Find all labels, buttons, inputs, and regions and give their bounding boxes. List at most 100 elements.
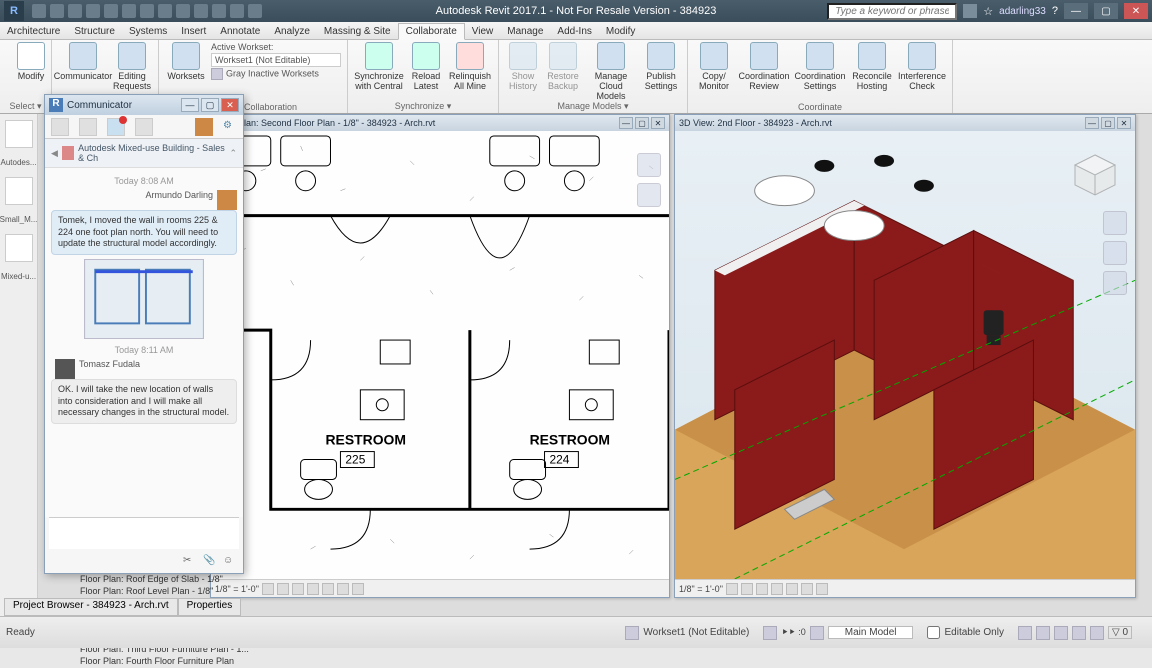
- minimize-button[interactable]: —: [1064, 3, 1088, 19]
- panel-synchronize-label[interactable]: Synchronize ▾: [348, 101, 498, 112]
- qat-view-icon[interactable]: [212, 4, 226, 18]
- comm-close-icon[interactable]: ✕: [221, 98, 239, 112]
- comm-tab-person-icon[interactable]: [79, 118, 97, 136]
- qat-dim-icon[interactable]: [140, 4, 154, 18]
- show-history-button[interactable]: Show History: [505, 42, 541, 92]
- sb-drag-icon[interactable]: [1090, 626, 1104, 640]
- status-main-model[interactable]: Main Model: [828, 626, 914, 639]
- interference-check-button[interactable]: Interference Check: [898, 42, 946, 92]
- vc-sun-icon[interactable]: [292, 583, 304, 595]
- status-design-icon[interactable]: [763, 626, 777, 640]
- tab-architecture[interactable]: Architecture: [0, 24, 67, 39]
- communicator-messages[interactable]: Today 8:08 AM Armundo Darling Tomek, I m…: [45, 168, 243, 517]
- collapse-icon[interactable]: ⌃: [229, 148, 237, 159]
- communicator-project-header[interactable]: ◀ Autodesk Mixed-use Building - Sales & …: [45, 139, 243, 168]
- subscription-icon[interactable]: [963, 4, 977, 18]
- 3d-scale[interactable]: 1/8" = 1'-0": [679, 584, 723, 594]
- relinquish-button[interactable]: Relinquish All Mine: [448, 42, 492, 92]
- restore-backup-button[interactable]: Restore Backup: [545, 42, 581, 92]
- nav-wheel-icon[interactable]: [1103, 241, 1127, 265]
- qat-tag-icon[interactable]: [158, 4, 172, 18]
- browser-item[interactable]: Floor Plan: Fourth Floor Furniture Plan: [80, 656, 249, 668]
- comm-tab-people-icon[interactable]: [51, 118, 69, 136]
- recent-thumb-3[interactable]: [5, 234, 33, 262]
- tool-cut-icon[interactable]: ✂: [183, 555, 197, 569]
- qat-redo-icon[interactable]: [86, 4, 100, 18]
- manage-cloud-button[interactable]: Manage Cloud Models: [585, 42, 637, 102]
- qat-open-icon[interactable]: [32, 4, 46, 18]
- tab-collaborate[interactable]: Collaborate: [398, 23, 465, 40]
- view-close-icon[interactable]: ✕: [651, 117, 665, 129]
- communicator-titlebar[interactable]: R Communicator — ▢ ✕: [45, 95, 243, 115]
- sync-central-button[interactable]: Synchronize with Central: [354, 42, 404, 92]
- comm-avatar[interactable]: [195, 118, 213, 136]
- 3d-view-canvas[interactable]: [675, 131, 1135, 579]
- tab-addins[interactable]: Add-Ins: [550, 24, 598, 39]
- reload-latest-button[interactable]: Reload Latest: [408, 42, 444, 92]
- tab-manage[interactable]: Manage: [500, 24, 550, 39]
- recent-thumb-2[interactable]: [5, 177, 33, 205]
- vc-3d-hide-icon[interactable]: [816, 583, 828, 595]
- vc-3d-sun-icon[interactable]: [756, 583, 768, 595]
- nav-wheel-icon[interactable]: [637, 183, 661, 207]
- qat-sync-icon[interactable]: [230, 4, 244, 18]
- vc-3d-style-icon[interactable]: [741, 583, 753, 595]
- tab-view[interactable]: View: [465, 24, 501, 39]
- tab-structure[interactable]: Structure: [67, 24, 122, 39]
- tab-massing[interactable]: Massing & Site: [317, 24, 398, 39]
- qat-save-icon[interactable]: [50, 4, 64, 18]
- coordination-review-button[interactable]: Coordination Review: [738, 42, 790, 92]
- browser-item[interactable]: Floor Plan: Roof Level Plan - 1/8": [80, 586, 249, 598]
- status-workset-icon[interactable]: [625, 626, 639, 640]
- modify-button[interactable]: Modify: [6, 42, 56, 82]
- tab-project-browser[interactable]: Project Browser - 384923 - Arch.rvt: [4, 598, 178, 616]
- communicator-button[interactable]: Communicator: [58, 42, 108, 82]
- sb-select-icon[interactable]: [1018, 626, 1032, 640]
- qat-measure-icon[interactable]: [122, 4, 136, 18]
- view-min-icon[interactable]: —: [619, 117, 633, 129]
- nav-home-icon[interactable]: [637, 153, 661, 177]
- maximize-button[interactable]: ▢: [1094, 3, 1118, 19]
- sb-link-icon[interactable]: [1036, 626, 1050, 640]
- status-workset[interactable]: Workset1 (Not Editable): [643, 627, 749, 638]
- vc-crop-icon[interactable]: [322, 583, 334, 595]
- view-max-icon[interactable]: ▢: [635, 117, 649, 129]
- close-button[interactable]: ✕: [1124, 3, 1148, 19]
- reconcile-hosting-button[interactable]: Reconcile Hosting: [850, 42, 894, 92]
- search-input[interactable]: [827, 3, 957, 20]
- sb-filter-count[interactable]: ▽ 0: [1108, 626, 1132, 639]
- status-model-icon[interactable]: [810, 626, 824, 640]
- vc-reveal-icon[interactable]: [352, 583, 364, 595]
- 3d-min-icon[interactable]: —: [1085, 117, 1099, 129]
- copy-monitor-button[interactable]: Copy/ Monitor: [694, 42, 734, 92]
- comm-settings-icon[interactable]: ⚙: [223, 120, 237, 134]
- qat-switch-icon[interactable]: [248, 4, 262, 18]
- viewcube[interactable]: [1071, 151, 1119, 199]
- tool-emoji-icon[interactable]: ☺: [223, 555, 237, 569]
- workset-select[interactable]: Workset1 (Not Editable): [211, 53, 341, 67]
- communicator-input[interactable]: [49, 517, 239, 549]
- editing-requests-button[interactable]: Editing Requests: [112, 42, 152, 92]
- tab-modify[interactable]: Modify: [599, 24, 642, 39]
- nav-home-icon[interactable]: [1103, 211, 1127, 235]
- tab-systems[interactable]: Systems: [122, 24, 174, 39]
- vc-3d-crop-icon[interactable]: [801, 583, 813, 595]
- sb-pin-icon[interactable]: [1054, 626, 1068, 640]
- recent-thumb-1[interactable]: [5, 120, 33, 148]
- editable-only-checkbox[interactable]: [927, 626, 940, 639]
- tab-annotate[interactable]: Annotate: [213, 24, 267, 39]
- qat-print-icon[interactable]: [104, 4, 118, 18]
- vc-detail-icon[interactable]: [262, 583, 274, 595]
- 3d-view-titlebar[interactable]: 3D View: 2nd Floor - 384923 - Arch.rvt —…: [675, 115, 1135, 131]
- comm-min-icon[interactable]: —: [181, 98, 199, 112]
- msg1-attachment[interactable]: [84, 259, 204, 339]
- vc-hide-icon[interactable]: [337, 583, 349, 595]
- floor-plan-canvas[interactable]: RESTROOM 225 RESTROOM 224 G - ON: [211, 131, 669, 579]
- vc-3d-detail-icon[interactable]: [726, 583, 738, 595]
- qat-sel-icon[interactable]: [194, 4, 208, 18]
- panel-manage-models-label[interactable]: Manage Models ▾: [499, 101, 687, 112]
- comm-tab-list-icon[interactable]: [135, 118, 153, 136]
- help-icon[interactable]: ?: [1052, 5, 1058, 17]
- sb-face-icon[interactable]: [1072, 626, 1086, 640]
- browser-item[interactable]: Floor Plan: Roof Edge of Slab - 1/8": [80, 574, 249, 586]
